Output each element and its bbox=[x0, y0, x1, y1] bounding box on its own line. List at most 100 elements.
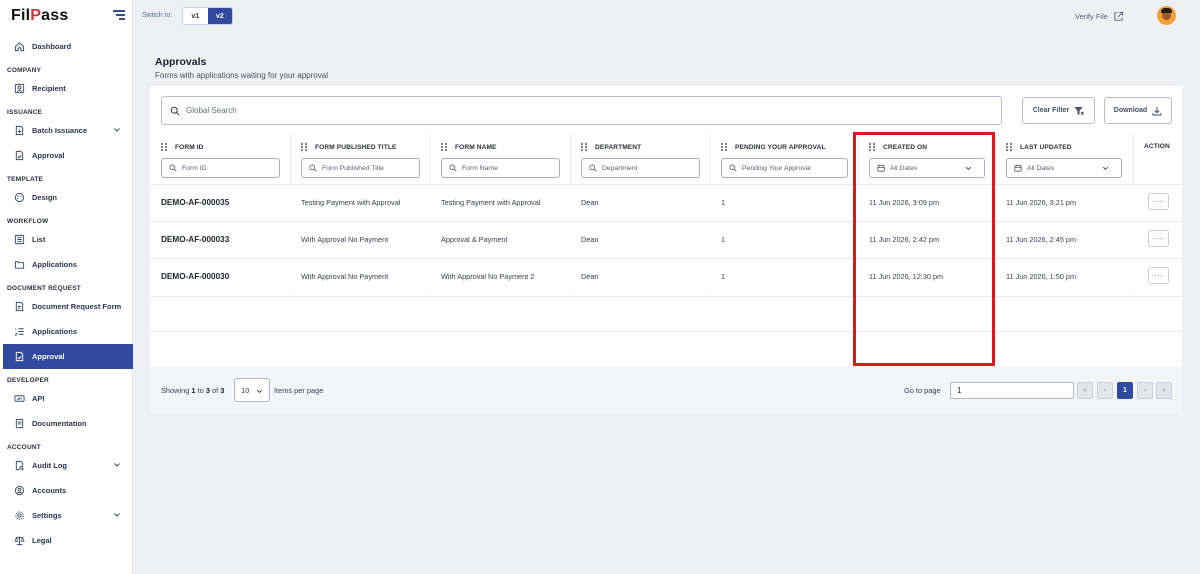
sidebar-item-approval-issuance[interactable]: Approval bbox=[3, 143, 133, 168]
sidebar-toggle-icon[interactable] bbox=[113, 10, 125, 20]
cell-published-title: Testing Payment with Approval bbox=[301, 198, 401, 207]
sidebar-item-label: Audit Log bbox=[32, 461, 67, 470]
clear-filter-button[interactable]: Clear Filter bbox=[1022, 97, 1095, 124]
sidebar-item-document-request-form[interactable]: Document Request Form bbox=[3, 294, 133, 319]
api-icon: API bbox=[13, 393, 25, 405]
cell-last-updated: 11 Jun 2026, 1:50 pm bbox=[1006, 272, 1077, 281]
sidebar-item-documentation[interactable]: Documentation bbox=[3, 411, 133, 436]
go-to-page-label: Go to page bbox=[904, 386, 941, 395]
sidebar-item-label: Batch Issuance bbox=[32, 126, 88, 135]
sidebar-section-workflow: WORKFLOW bbox=[7, 218, 49, 225]
row-actions-button[interactable]: ··· bbox=[1148, 230, 1169, 247]
download-button[interactable]: Download bbox=[1104, 97, 1172, 124]
cell-last-updated: 11 Jun 2026, 3:21 pm bbox=[1006, 198, 1077, 207]
sidebar-item-label: Accounts bbox=[32, 486, 67, 495]
gear-icon bbox=[13, 510, 25, 522]
filter-form-name-input[interactable]: Form Name bbox=[441, 158, 560, 178]
drag-handle-icon[interactable] bbox=[721, 143, 728, 151]
version-v1-button[interactable]: v1 bbox=[183, 8, 208, 24]
row-actions-button[interactable]: ··· bbox=[1148, 193, 1169, 210]
cell-pending: 1 bbox=[721, 235, 726, 244]
sidebar-item-approval-active[interactable]: Approval bbox=[3, 344, 133, 369]
global-search-input[interactable]: Global Search bbox=[161, 96, 1002, 125]
column-label: LAST UPDATED bbox=[1020, 143, 1072, 151]
sidebar-item-label: Approval bbox=[32, 151, 65, 160]
sidebar-item-legal[interactable]: Legal bbox=[3, 528, 133, 553]
cell-form-name: Approval & Payment bbox=[441, 235, 508, 244]
sidebar-item-label: Applications bbox=[32, 327, 78, 336]
cell-form-name: Testing Payment with Approval bbox=[441, 198, 541, 207]
logo-text-accent: P bbox=[30, 7, 42, 24]
prev-page-button[interactable]: ‹ bbox=[1097, 382, 1113, 399]
cell-pending: 1 bbox=[721, 272, 726, 281]
empty-table-row bbox=[150, 331, 1182, 367]
filter-pending-input[interactable]: Pending Your Approval bbox=[721, 158, 848, 178]
book-icon bbox=[13, 418, 25, 430]
sidebar-section-template: TEMPLATE bbox=[7, 176, 44, 183]
column-header-form-published-title[interactable]: FORM PUBLISHED TITLE bbox=[301, 143, 397, 151]
filter-published-title-input[interactable]: Form Published Title bbox=[301, 158, 420, 178]
cell-last-updated: 11 Jun 2026, 2:45 pm bbox=[1006, 235, 1077, 244]
empty-table-row bbox=[150, 296, 1182, 331]
sidebar-item-settings[interactable]: Settings bbox=[3, 503, 133, 528]
drag-handle-icon[interactable] bbox=[441, 143, 448, 151]
chevron-down-icon bbox=[114, 513, 120, 517]
column-header-department[interactable]: DEPARTMENT bbox=[581, 143, 641, 151]
sidebar-item-label: Settings bbox=[32, 511, 62, 520]
user-circle-icon bbox=[13, 485, 25, 497]
logo-text-prefix: Fil bbox=[11, 7, 31, 24]
drag-handle-icon[interactable] bbox=[301, 143, 308, 151]
filter-last-updated-select[interactable]: All Dates bbox=[1006, 158, 1122, 178]
column-label: FORM NAME bbox=[455, 143, 497, 151]
column-header-pending-your-approval[interactable]: PENDING YOUR APPROVAL bbox=[721, 143, 826, 151]
document-plus-icon bbox=[13, 125, 25, 137]
last-page-button[interactable]: » bbox=[1156, 382, 1172, 399]
total-count: 3 bbox=[220, 386, 225, 395]
sidebar-item-audit-log[interactable]: Audit Log bbox=[3, 453, 133, 478]
page-1-button[interactable]: 1 bbox=[1117, 382, 1133, 399]
drag-handle-icon[interactable] bbox=[581, 143, 588, 151]
filpass-logo[interactable]: FilPass bbox=[11, 7, 68, 25]
cell-form-id: DEMO-AF-000035 bbox=[161, 198, 230, 207]
next-page-button[interactable]: › bbox=[1137, 382, 1153, 399]
row-actions-button[interactable]: ··· bbox=[1148, 267, 1169, 284]
search-icon bbox=[309, 164, 317, 172]
chevron-down-icon bbox=[1103, 166, 1108, 170]
filter-placeholder: Form Name bbox=[462, 164, 498, 172]
drag-handle-icon[interactable] bbox=[161, 143, 168, 151]
verify-file-label: Verify File bbox=[1075, 12, 1108, 21]
first-page-button[interactable]: « bbox=[1077, 382, 1093, 399]
chevron-down-icon bbox=[114, 128, 120, 132]
column-header-form-name[interactable]: FORM NAME bbox=[441, 143, 497, 151]
verify-file-link[interactable]: Verify File bbox=[1075, 11, 1124, 22]
sidebar-item-applications-docreq[interactable]: Applications bbox=[3, 319, 133, 344]
column-header-form-id[interactable]: FORM ID bbox=[161, 143, 204, 151]
sidebar-item-api[interactable]: API API bbox=[3, 386, 133, 411]
document-check-icon bbox=[13, 150, 25, 162]
filter-department-input[interactable]: Department bbox=[581, 158, 700, 178]
column-header-action: ACTION bbox=[1144, 143, 1170, 150]
cell-form-id: DEMO-AF-000033 bbox=[161, 235, 230, 244]
avatar[interactable] bbox=[1157, 6, 1176, 25]
to-word: to bbox=[197, 386, 204, 395]
filter-form-id-input[interactable]: Form ID bbox=[161, 158, 280, 178]
column-header-last-updated[interactable]: LAST UPDATED bbox=[1006, 143, 1072, 151]
chevron-down-icon bbox=[257, 389, 262, 393]
sidebar-section-developer: DEVELOPER bbox=[7, 377, 49, 384]
svg-text:API: API bbox=[16, 397, 21, 401]
drag-handle-icon[interactable] bbox=[1006, 143, 1013, 151]
go-to-page-input[interactable]: 1 bbox=[950, 382, 1074, 399]
sidebar-item-applications-workflow[interactable]: Applications bbox=[3, 252, 133, 277]
sidebar-item-dashboard[interactable]: Dashboard bbox=[3, 34, 133, 59]
version-v2-button[interactable]: v2 bbox=[207, 8, 232, 24]
sidebar-item-accounts[interactable]: Accounts bbox=[3, 478, 133, 503]
items-per-page-select[interactable]: 10 bbox=[234, 378, 270, 402]
sidebar-item-batch-issuance[interactable]: Batch Issuance bbox=[3, 118, 133, 143]
sidebar-item-recipient[interactable]: Recipient bbox=[3, 76, 133, 101]
cell-form-name: With Approval No Payment 2 bbox=[441, 272, 535, 281]
search-icon bbox=[589, 164, 597, 172]
sidebar-item-list[interactable]: List bbox=[3, 227, 133, 252]
download-icon bbox=[1152, 106, 1162, 115]
filter-placeholder: Form ID bbox=[182, 164, 207, 172]
sidebar-item-design[interactable]: Design bbox=[3, 185, 133, 210]
